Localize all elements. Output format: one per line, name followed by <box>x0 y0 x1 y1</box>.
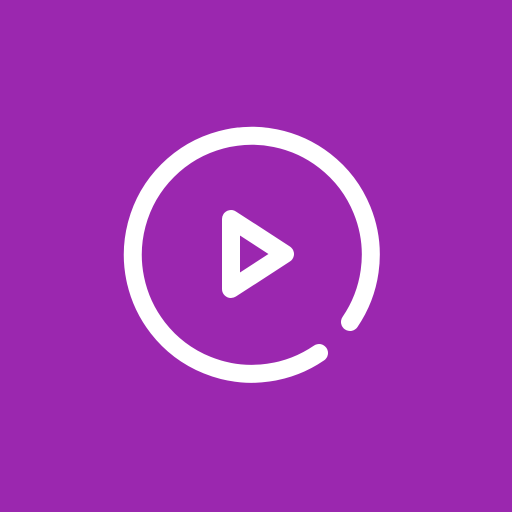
app-icon[interactable] <box>0 0 512 512</box>
play-circle-icon <box>0 0 512 512</box>
icon-background <box>0 0 512 512</box>
